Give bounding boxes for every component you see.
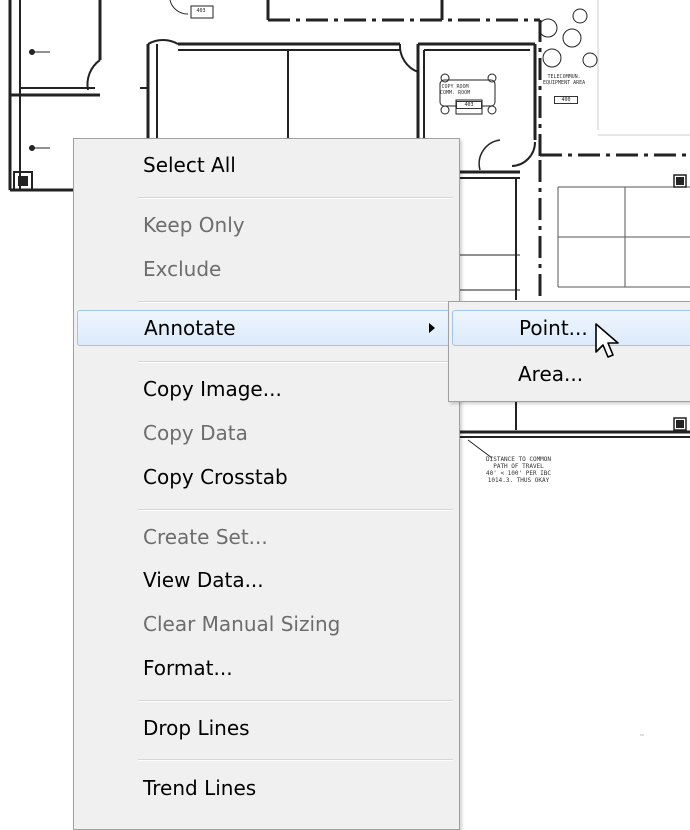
menu-item-annotate[interactable]: Annotate	[77, 310, 456, 346]
context-menu: Select All Keep Only Exclude Annotate Co…	[73, 138, 460, 830]
menu-item-label: Select All	[143, 153, 236, 177]
menu-item-copy-crosstab[interactable]: Copy Crosstab	[77, 459, 456, 495]
menu-separator	[138, 197, 453, 199]
room-number-top: 403	[196, 8, 206, 14]
menu-item-copy-data: Copy Data	[77, 415, 456, 451]
submenu-arrow-icon	[429, 323, 435, 333]
menu-item-label: Exclude	[143, 257, 222, 281]
menu-item-label: Clear Manual Sizing	[143, 612, 341, 636]
menu-separator	[138, 700, 453, 702]
submenu-item-point[interactable]: Point...	[452, 310, 690, 346]
menu-item-label: Area...	[518, 362, 584, 386]
egress-note: DISTANCE TO COMMON PATH OF TRAVEL 40' < …	[486, 456, 552, 484]
annotate-submenu: Point... Area...	[448, 301, 690, 402]
menu-separator	[138, 361, 453, 363]
menu-item-label: View Data...	[143, 568, 264, 592]
menu-item-label: Copy Image...	[143, 377, 282, 401]
menu-item-label: Keep Only	[143, 213, 245, 237]
menu-item-trend-lines[interactable]: Trend Lines	[77, 770, 456, 806]
menu-item-label: Copy Data	[143, 421, 248, 445]
menu-item-drop-lines[interactable]: Drop Lines	[77, 710, 456, 746]
menu-item-view-data[interactable]: View Data...	[77, 562, 456, 598]
menu-item-label: Format...	[143, 656, 233, 680]
room-number-copy: 403	[456, 101, 482, 109]
menu-item-label: Trend Lines	[143, 776, 257, 800]
menu-item-copy-image[interactable]: Copy Image...	[77, 371, 456, 407]
menu-item-label: Create Set...	[143, 525, 268, 549]
menu-item-select-all[interactable]: Select All	[77, 147, 456, 183]
menu-item-clear-manual-sizing: Clear Manual Sizing	[77, 606, 456, 642]
menu-item-label: Point...	[519, 316, 588, 340]
room-tag-copy-room: COPY ROOM COMM. ROOM	[440, 84, 471, 96]
menu-item-label: Copy Crosstab	[143, 465, 288, 489]
menu-item-label: Drop Lines	[143, 716, 250, 740]
menu-item-label: Annotate	[144, 316, 236, 340]
mouse-pointer-icon	[595, 323, 619, 358]
room-number-telecom: 400	[554, 96, 578, 104]
menu-item-format[interactable]: Format...	[77, 650, 456, 686]
menu-separator	[138, 509, 453, 511]
menu-item-keep-only: Keep Only	[77, 207, 456, 243]
menu-item-create-set: Create Set...	[77, 519, 456, 555]
room-tag-telecom: TELECOMMUN. EQUIPMENT AREA	[543, 74, 586, 86]
menu-item-exclude: Exclude	[77, 251, 456, 287]
submenu-item-area[interactable]: Area...	[452, 356, 690, 392]
menu-separator	[138, 301, 453, 303]
menu-separator	[138, 759, 453, 761]
